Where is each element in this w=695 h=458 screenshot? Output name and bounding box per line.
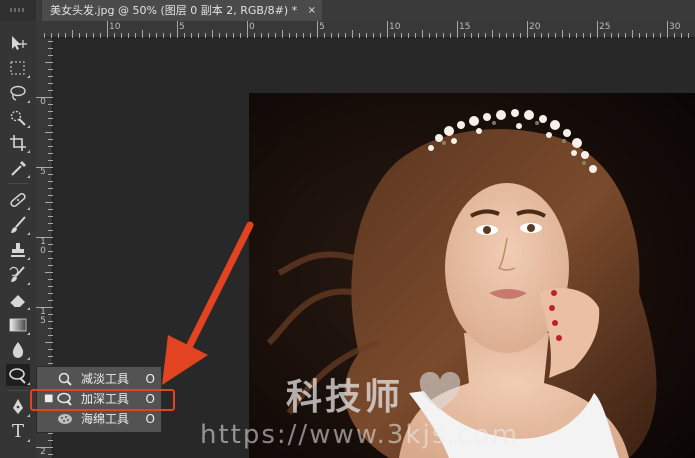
pen-tool[interactable]	[6, 396, 30, 418]
heart-icon	[419, 372, 461, 410]
highlight-box	[30, 389, 175, 411]
type-icon: T	[11, 421, 24, 442]
ruler-label: 5	[319, 22, 325, 32]
type-tool[interactable]: T	[6, 421, 30, 443]
move-tool[interactable]	[6, 32, 30, 54]
close-tab-button[interactable]: ×	[308, 0, 316, 21]
dodge-tool-item[interactable]: 减淡工具 O	[37, 369, 163, 389]
brush-tool[interactable]	[6, 214, 30, 236]
ruler-label: 5	[179, 22, 185, 32]
ruler-label: 20	[529, 22, 541, 32]
healing-tool[interactable]	[6, 189, 30, 211]
dodge-tool[interactable]	[6, 364, 30, 386]
ruler-label: 0	[40, 97, 46, 107]
ruler-label: 10	[40, 237, 46, 256]
top-ruler[interactable]: 10 5 0 5 10 15 20 25 30	[42, 21, 695, 38]
sponge-tool-shortcut: O	[145, 412, 155, 426]
sponge-icon	[57, 412, 73, 426]
eraser-tool[interactable]	[6, 289, 30, 311]
crop-tool[interactable]	[6, 132, 30, 154]
ruler-label: 15	[459, 22, 471, 32]
ruler-label: 25	[599, 22, 611, 32]
sponge-tool-label: 海绵工具	[81, 412, 130, 426]
ruler-label: 30	[669, 22, 681, 32]
ruler-label: 10	[389, 22, 401, 32]
dodge-tool-label: 减淡工具	[81, 372, 130, 386]
move-icon	[12, 36, 27, 50]
dodge-tool-shortcut: O	[145, 372, 155, 386]
document-title: 美女头发.jpg @ 50% (图层 0 副本 2, RGB/8#) *	[50, 4, 298, 17]
stamp-tool[interactable]	[6, 239, 30, 261]
annotation-arrow	[162, 221, 254, 385]
blur-tool[interactable]	[6, 339, 30, 361]
ruler-label: 5	[40, 167, 46, 177]
quick-select-tool[interactable]	[6, 107, 30, 129]
lasso-tool[interactable]	[6, 82, 30, 104]
dodge-icon	[57, 372, 73, 386]
document-tab[interactable]: 美女头发.jpg @ 50% (图层 0 副本 2, RGB/8#) * ×	[42, 0, 322, 21]
ruler-label: 10	[109, 22, 121, 32]
gradient-tool[interactable]	[6, 314, 30, 336]
eyedropper-tool[interactable]	[6, 157, 30, 179]
ruler-label: 15	[40, 307, 46, 326]
ruler-label: 2	[40, 447, 46, 457]
toolbar-grip[interactable]	[0, 0, 36, 21]
marquee-tool[interactable]	[6, 57, 30, 79]
top-ruler-ticks	[44, 21, 689, 38]
watermark-url: https://www.3kjs.com	[200, 420, 520, 450]
history-brush-tool[interactable]	[6, 264, 30, 286]
ruler-label: 0	[249, 22, 255, 32]
watermark-title: 科技师	[286, 377, 404, 418]
sponge-tool-item[interactable]: 海绵工具 O	[37, 409, 163, 429]
